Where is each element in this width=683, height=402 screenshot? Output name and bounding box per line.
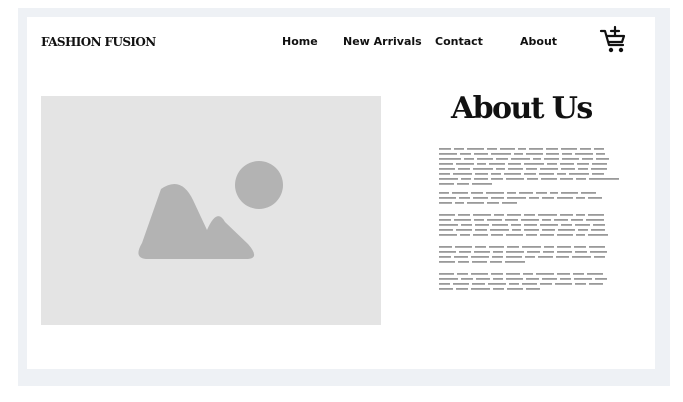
image-placeholder-icon (138, 161, 283, 260)
nav-contact[interactable]: Contact (435, 35, 483, 48)
cart-button[interactable] (599, 25, 629, 55)
nav-new-arrivals[interactable]: New Arrivals (343, 35, 422, 48)
nav-about[interactable]: About (520, 35, 557, 48)
nav-home[interactable]: Home (282, 35, 318, 48)
placeholder-text-block (439, 148, 619, 290)
cart-plus-icon (599, 25, 626, 53)
main-nav: Home New Arrivals Contact About (27, 35, 655, 53)
hero-image-placeholder (41, 96, 381, 325)
about-heading: About Us (451, 91, 593, 126)
page-card: FASHION FUSION Home New Arrivals Contact… (27, 17, 655, 369)
